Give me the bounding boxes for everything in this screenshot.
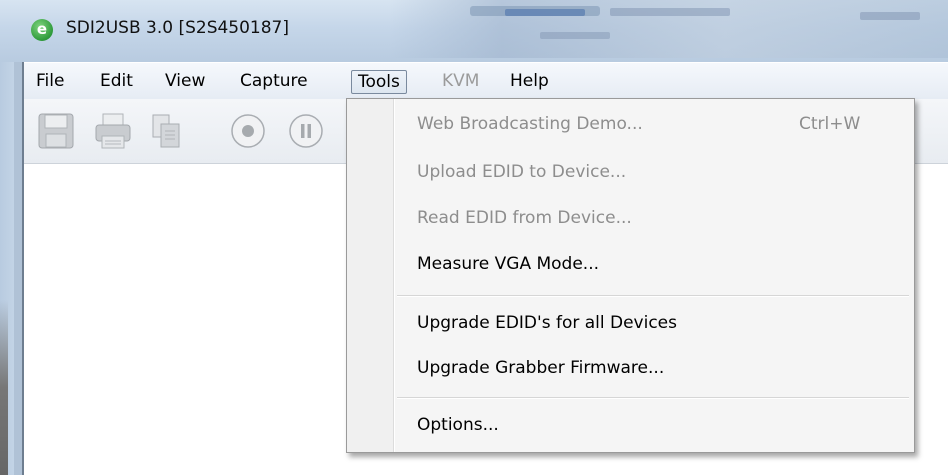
menu-item-options[interactable]: Options... — [397, 407, 909, 443]
menu-file[interactable]: File — [30, 70, 70, 94]
tools-menu-dropdown: Web Broadcasting Demo... Ctrl+W Upload E… — [346, 98, 915, 453]
title-bar: e SDI2USB 3.0 [S2S450187] — [0, 0, 948, 62]
menu-bar: File Edit View Capture Tools KVM Help — [24, 63, 948, 100]
menu-gutter-divider — [394, 99, 395, 452]
menu-separator — [397, 397, 909, 399]
menu-edit[interactable]: Edit — [94, 70, 139, 94]
record-icon[interactable] — [228, 111, 268, 151]
app-logo-icon[interactable]: e — [31, 19, 53, 41]
menu-item-upgrade-grabber-firmware[interactable]: Upgrade Grabber Firmware... — [397, 350, 909, 386]
pause-icon[interactable] — [286, 111, 326, 151]
background-blur-shape — [505, 9, 585, 16]
menu-item-label: Upgrade EDID's for all Devices — [417, 313, 677, 333]
menu-tools[interactable]: Tools — [351, 70, 407, 94]
menu-item-measure-vga-mode[interactable]: Measure VGA Mode... — [397, 246, 909, 282]
window-frame-shadow — [0, 300, 8, 475]
menu-help[interactable]: Help — [504, 70, 555, 94]
menu-item-label: Read EDID from Device... — [417, 208, 632, 228]
menu-separator — [397, 295, 909, 297]
menu-icon-gutter — [347, 99, 394, 452]
background-blur-shape — [860, 12, 920, 20]
menu-item-web-broadcasting-demo[interactable]: Web Broadcasting Demo... Ctrl+W — [397, 106, 909, 142]
menu-item-shortcut: Ctrl+W — [799, 114, 861, 134]
menu-capture[interactable]: Capture — [234, 70, 314, 94]
menu-item-label: Options... — [417, 415, 499, 435]
copy-icon[interactable] — [146, 111, 186, 151]
menu-item-label: Upgrade Grabber Firmware... — [417, 358, 665, 378]
menu-kvm[interactable]: KVM — [436, 70, 485, 94]
background-blur-shape — [610, 8, 730, 16]
window-title: SDI2USB 3.0 [S2S450187] — [66, 18, 290, 38]
menu-item-label: Upload EDID to Device... — [417, 162, 627, 182]
menu-item-label: Web Broadcasting Demo... — [417, 114, 643, 134]
menu-item-read-edid[interactable]: Read EDID from Device... — [397, 200, 909, 236]
menu-item-upload-edid[interactable]: Upload EDID to Device... — [397, 154, 909, 190]
menu-item-upgrade-edids[interactable]: Upgrade EDID's for all Devices — [397, 305, 909, 341]
background-blur-shape — [540, 32, 610, 39]
save-icon[interactable] — [36, 111, 76, 151]
menu-view[interactable]: View — [159, 70, 211, 94]
menu-item-label: Measure VGA Mode... — [417, 254, 600, 274]
print-icon[interactable] — [93, 111, 133, 151]
